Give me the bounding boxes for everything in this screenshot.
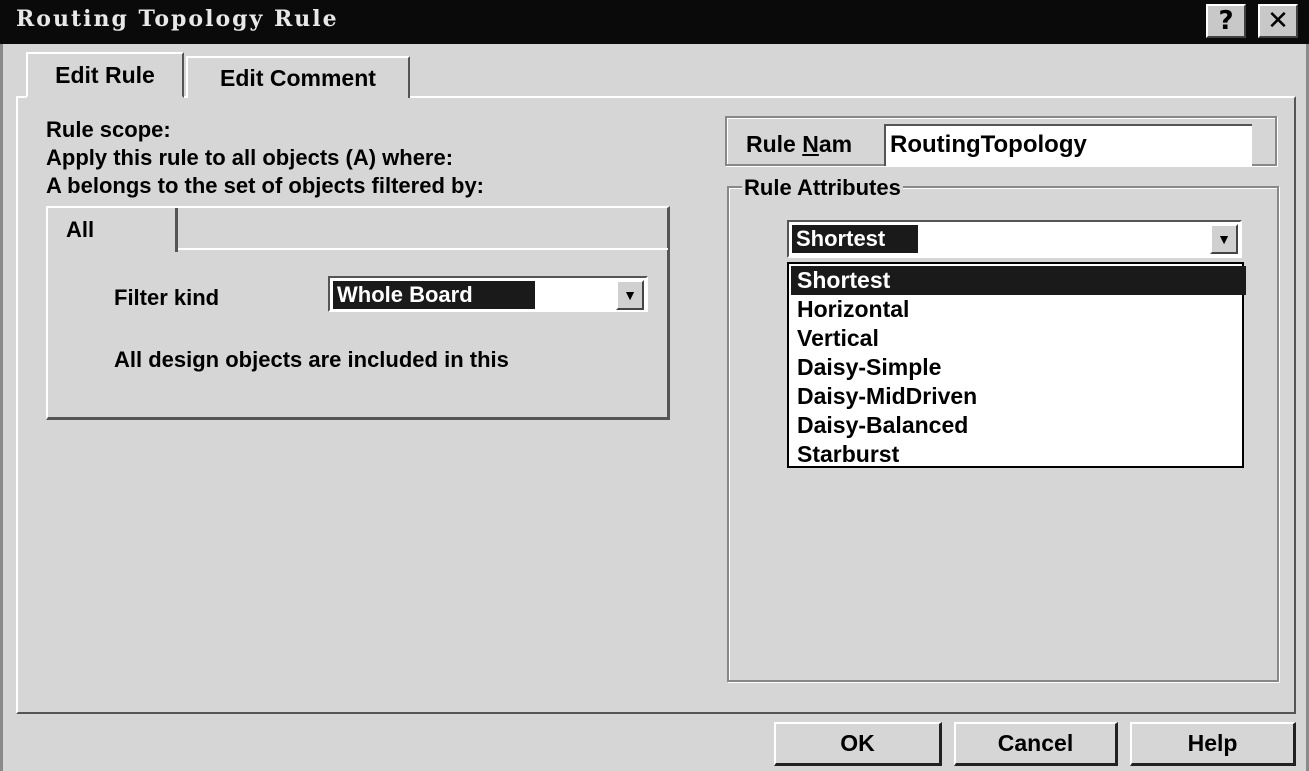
- window-title: Routing Topology Rule: [16, 6, 339, 32]
- cancel-button[interactable]: Cancel: [954, 722, 1118, 766]
- topology-dropdown-list: Shortest Horizontal Vertical Daisy-Simpl…: [787, 262, 1246, 469]
- tab-edit-comment[interactable]: Edit Comment: [186, 56, 410, 98]
- close-button[interactable]: ✕: [1258, 4, 1298, 38]
- help-title-button[interactable]: ?: [1206, 4, 1246, 38]
- ok-button[interactable]: OK: [774, 722, 942, 766]
- topology-option-horizontal[interactable]: Horizontal: [791, 295, 1246, 324]
- topology-select[interactable]: Shortest ▼: [787, 220, 1242, 258]
- rule-name-label: Rule Nam: [746, 131, 853, 157]
- filter-kind-select[interactable]: Whole Board ▼: [328, 276, 648, 312]
- ok-label: OK: [840, 730, 875, 756]
- topology-option-shortest[interactable]: Shortest: [791, 266, 1246, 295]
- chevron-down-icon[interactable]: ▼: [1210, 224, 1238, 254]
- topology-option-daisy-middriven[interactable]: Daisy-MidDriven: [791, 382, 1246, 411]
- topology-option-starburst[interactable]: Starburst: [791, 440, 1246, 469]
- filter-description: All design objects are included in this: [114, 347, 509, 372]
- topology-value: Shortest: [792, 225, 918, 253]
- subtab-all[interactable]: All: [48, 208, 178, 252]
- apply-rule-label: Apply this rule to all objects (A) where…: [46, 145, 454, 170]
- tab-edit-rule[interactable]: Edit Rule: [26, 52, 184, 98]
- help-button[interactable]: Help: [1130, 722, 1296, 766]
- tab-label: Edit Comment: [220, 64, 376, 91]
- chevron-down-icon[interactable]: ▼: [616, 280, 644, 310]
- rule-attributes-legend: Rule Attributes: [742, 174, 903, 202]
- filter-set-label: A belongs to the set of objects filtered…: [46, 173, 485, 198]
- filter-kind-label: Filter kind: [114, 285, 220, 310]
- question-icon: ?: [1218, 6, 1234, 36]
- filter-kind-value: Whole Board: [333, 281, 535, 309]
- topology-option-vertical[interactable]: Vertical: [791, 324, 1246, 353]
- subtab-divider: [178, 248, 668, 250]
- topology-option-daisy-balanced[interactable]: Daisy-Balanced: [791, 411, 1246, 440]
- topology-option-daisy-simple[interactable]: Daisy-Simple: [791, 353, 1246, 382]
- tab-label: Edit Rule: [55, 61, 155, 88]
- rule-scope-label: Rule scope:: [46, 117, 171, 142]
- subtab-label: All: [66, 217, 95, 242]
- close-icon: ✕: [1267, 6, 1289, 36]
- help-label: Help: [1187, 730, 1238, 756]
- rule-name-input[interactable]: RoutingTopology: [884, 124, 1252, 166]
- cancel-label: Cancel: [997, 730, 1074, 756]
